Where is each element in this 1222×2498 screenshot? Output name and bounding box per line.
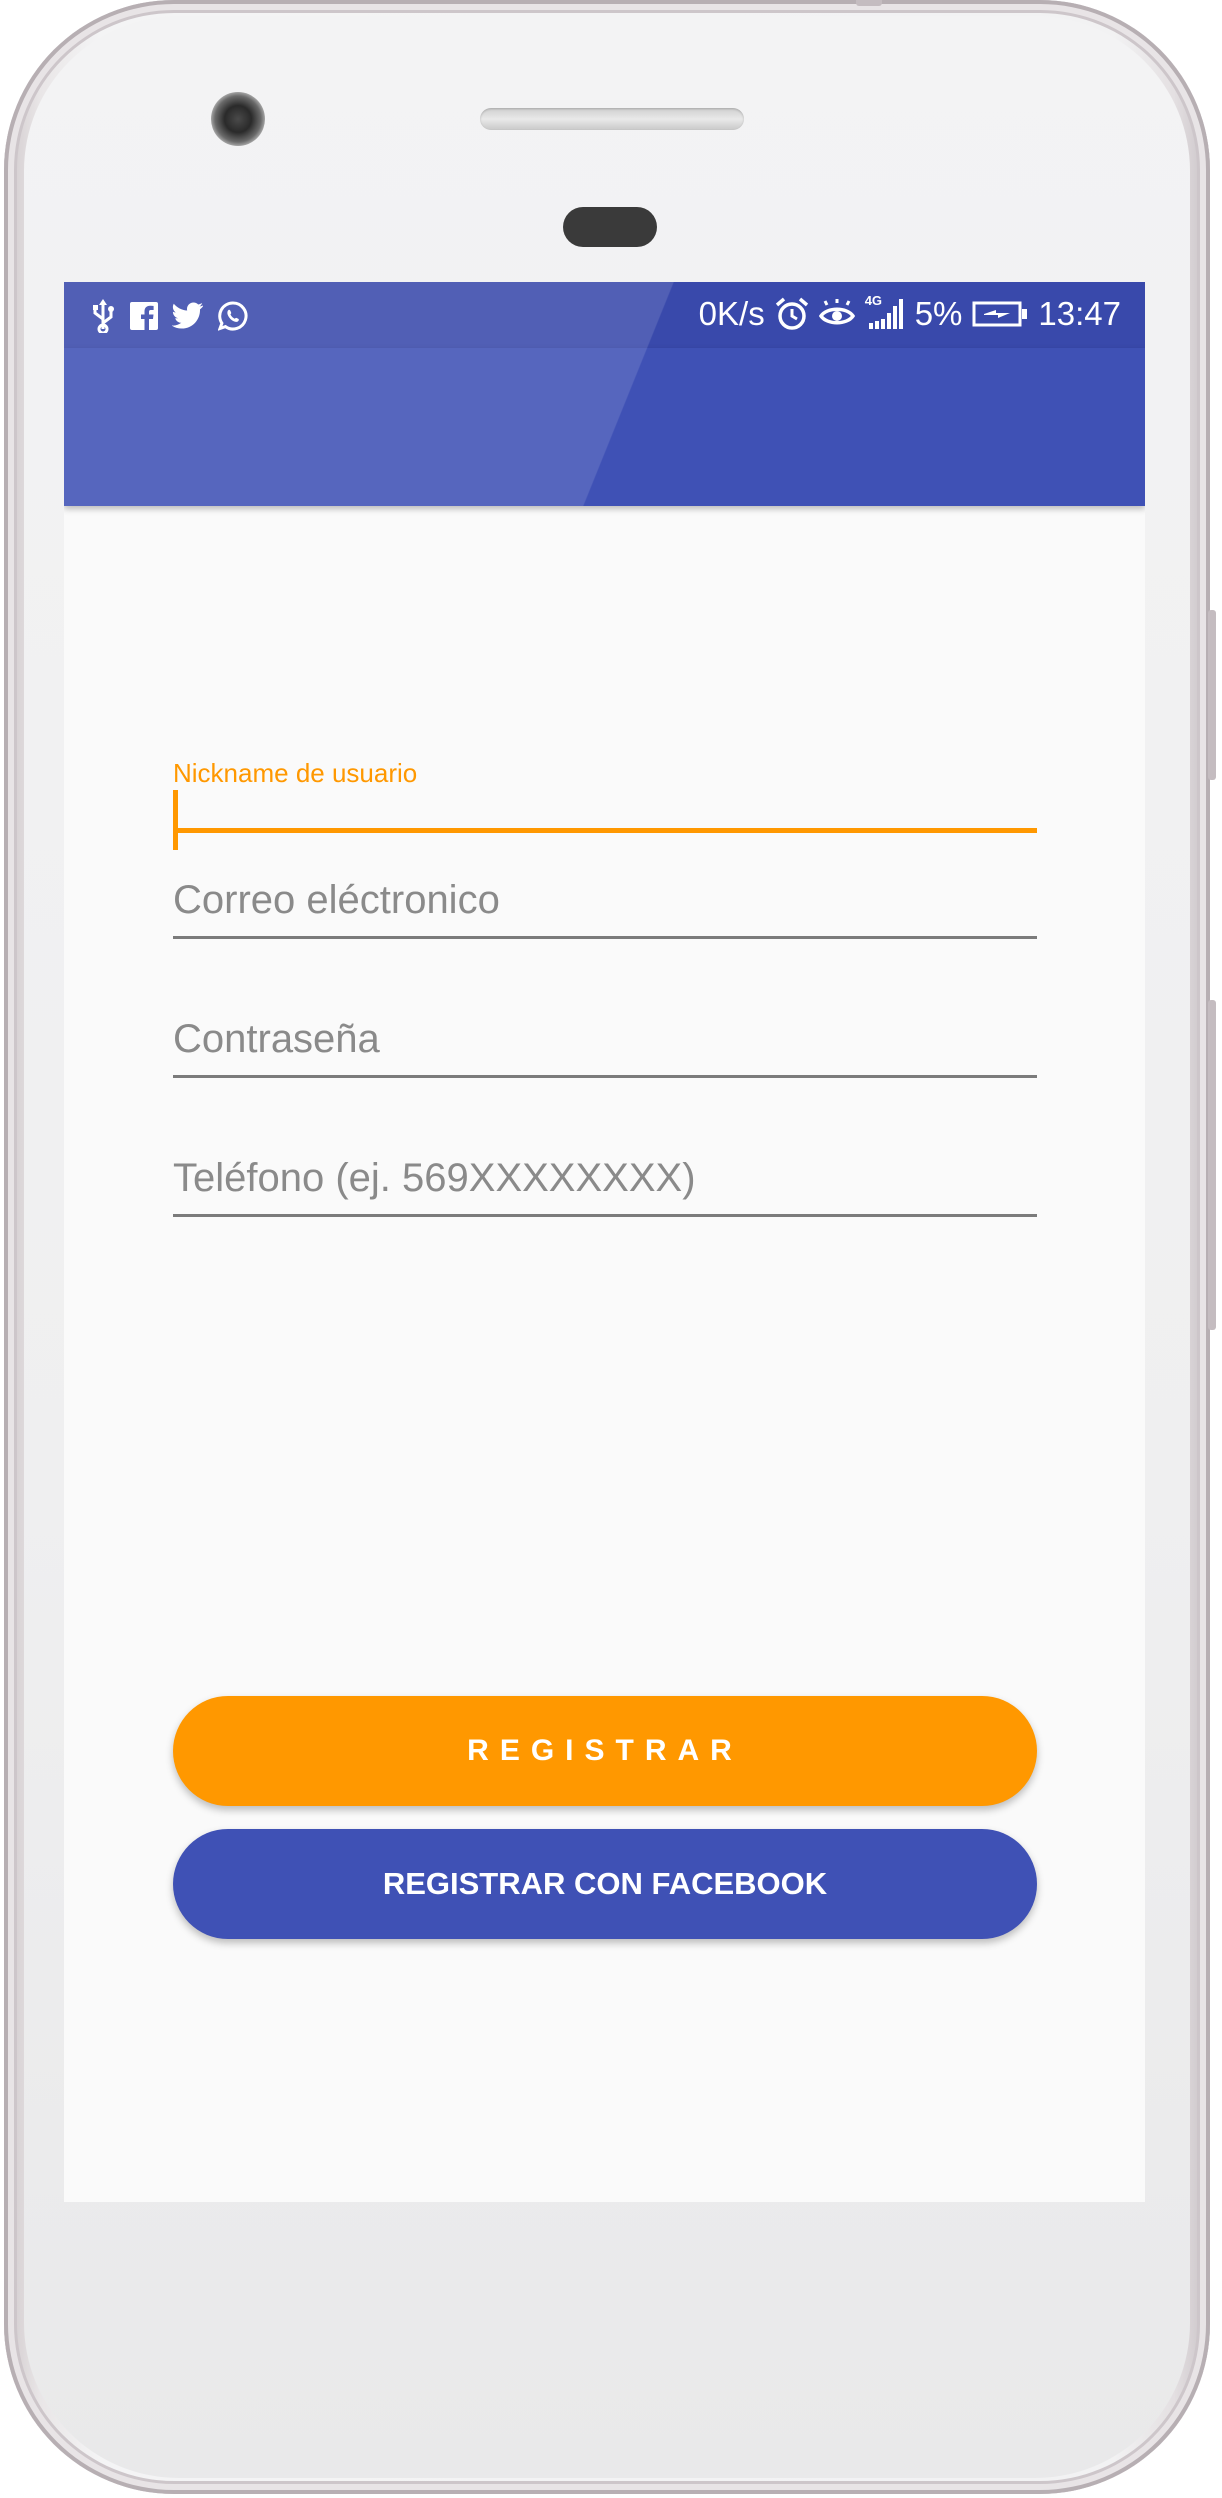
email-underline — [173, 936, 1037, 939]
net-speed-text: 0K/s — [698, 295, 765, 332]
register-button[interactable]: REGISTRAR — [173, 1696, 1037, 1806]
phone-field[interactable] — [173, 1148, 1037, 1228]
signal-icon: 4G — [865, 293, 905, 331]
earpiece-sensor — [563, 207, 657, 247]
battery-charging-icon — [972, 300, 1028, 328]
clock-text: 13:47 — [1038, 295, 1121, 332]
volume-button — [1208, 1000, 1216, 1330]
twitter-icon — [172, 302, 204, 330]
password-field[interactable] — [173, 1009, 1037, 1089]
whatsapp-icon — [218, 301, 248, 331]
front-camera-icon — [211, 92, 265, 146]
app-bar — [64, 348, 1145, 506]
nickname-label: Nickname de usuario — [173, 758, 418, 788]
alarm-icon — [775, 297, 809, 331]
phone-underline — [173, 1214, 1037, 1217]
email-input[interactable] — [173, 870, 1037, 930]
nickname-field[interactable]: Nickname de usuario — [173, 758, 1037, 850]
nickname-input[interactable] — [173, 790, 1037, 850]
status-bar: 0K/s 4G 5% 13:47 — [64, 282, 1145, 348]
status-right-icons: 0K/s 4G 5% 13:47 — [698, 293, 1121, 334]
power-button — [1208, 610, 1216, 780]
email-field[interactable] — [173, 870, 1037, 950]
password-input[interactable] — [173, 1009, 1037, 1069]
nickname-underline — [173, 828, 1037, 833]
eye-icon — [818, 299, 855, 329]
password-underline — [173, 1075, 1037, 1078]
status-left-icons — [90, 298, 248, 334]
phone-input[interactable] — [173, 1148, 1037, 1208]
top-button — [856, 0, 882, 6]
register-facebook-button[interactable]: REGISTRAR CON FACEBOOK — [173, 1829, 1037, 1939]
speaker-grille — [480, 108, 744, 130]
app-screen: 0K/s 4G 5% 13:47 Nickname de usuario Cor… — [64, 282, 1145, 2202]
usb-icon — [90, 299, 116, 333]
battery-percent-text: 5% — [914, 295, 963, 332]
network-type-text: 4G — [864, 293, 883, 308]
facebook-icon — [130, 302, 158, 330]
